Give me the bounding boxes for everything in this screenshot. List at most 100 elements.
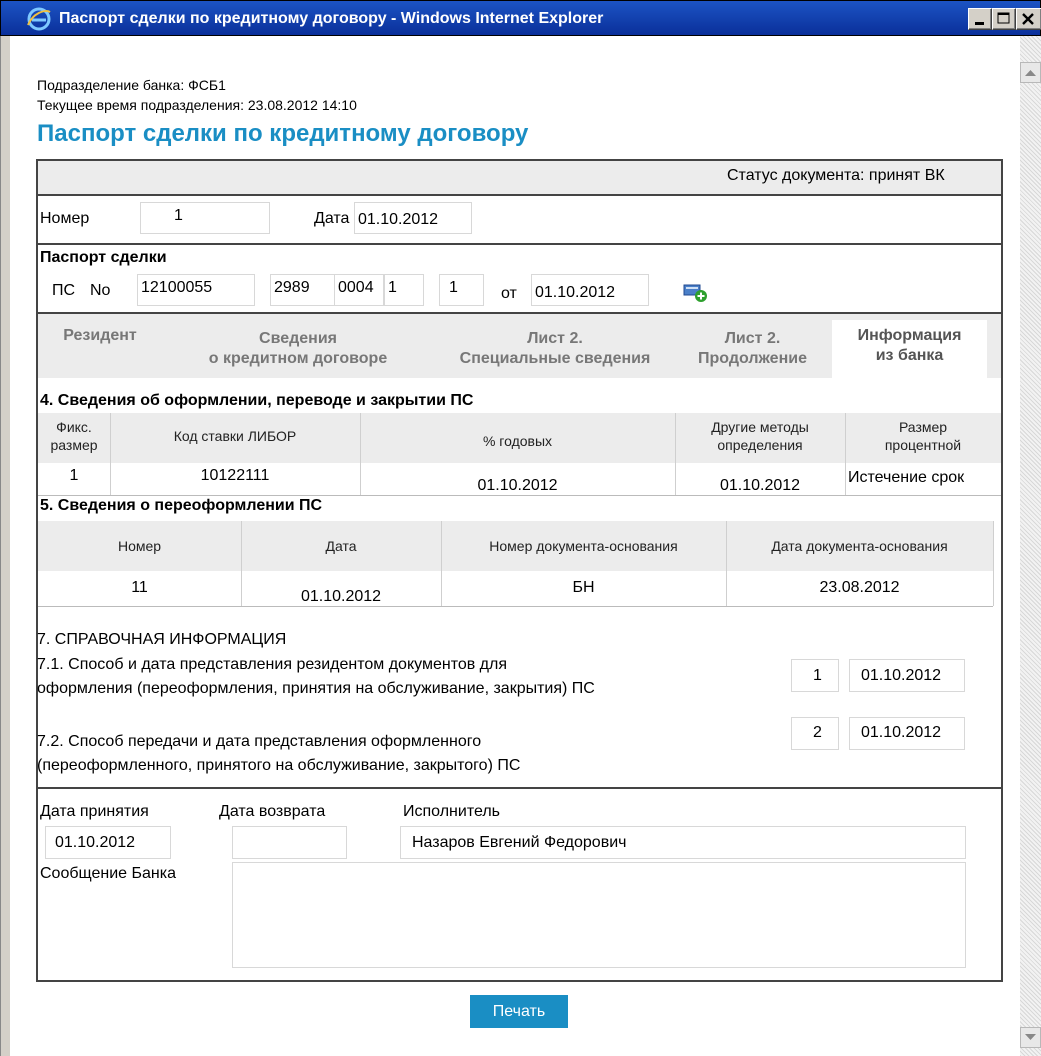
ps-label: ПС xyxy=(52,282,76,299)
column-divider xyxy=(993,521,994,606)
column-header: Фикс. размер xyxy=(38,418,110,454)
scroll-up-icon xyxy=(1025,70,1036,76)
ps-part5-field[interactable]: 1 xyxy=(439,274,484,306)
ps-part1-field[interactable]: 12100055 xyxy=(137,274,255,306)
table-cell: 23.08.2012 xyxy=(819,579,900,596)
column-header: Номер xyxy=(117,538,162,554)
ps-part3-field[interactable]: 0004 xyxy=(334,274,384,306)
table-cell: 01.10.2012 xyxy=(477,477,558,494)
tab-label: из банка xyxy=(875,347,944,364)
column-header: % годовых xyxy=(482,433,553,449)
print-button[interactable]: Печать xyxy=(470,995,568,1028)
branch-info: Подразделение банка: ФСБ1 xyxy=(37,77,226,93)
divider xyxy=(36,194,1003,196)
column-header-text: определения xyxy=(717,437,803,453)
column-header-text: процентной xyxy=(884,437,962,453)
column-header-text: Фикс. xyxy=(56,419,92,435)
column-header: Код ставки ЛИБОР xyxy=(173,428,297,444)
executor-field[interactable]: Назаров Евгений Федорович xyxy=(400,826,966,859)
close-button[interactable] xyxy=(1016,8,1041,30)
section-heading: 4. Сведения об оформлении, переводе и за… xyxy=(40,392,474,409)
ps-from-label: от xyxy=(501,285,517,302)
ps-part4-field[interactable]: 1 xyxy=(384,274,424,306)
tab-label: Лист 2. xyxy=(527,330,583,347)
passport-heading: Паспорт сделки xyxy=(40,249,167,266)
status-badge: Статус документа: принят ВК xyxy=(727,167,945,184)
date-label: Дата xyxy=(314,210,350,227)
tab-label: Лист 2. xyxy=(724,330,781,347)
table-cell: 01.10.2012 xyxy=(300,588,382,605)
transfer-date-field[interactable]: 01.10.2012 xyxy=(849,717,965,750)
reference-text: 7.1. Способ и дата представления резиден… xyxy=(37,656,508,673)
divider xyxy=(38,606,993,607)
tab-label: Продолжение xyxy=(698,350,807,367)
accept-date-label: Дата принятия xyxy=(40,803,149,820)
submission-method-field[interactable]: 1 xyxy=(791,659,839,692)
executor-label: Исполнитель xyxy=(403,803,501,820)
column-header: Дата xyxy=(325,538,357,554)
column-header: Размер процентной xyxy=(845,418,1001,454)
column-header: Дата документа-основания xyxy=(771,538,948,554)
branch-time: Текущее время подразделения: 23.08.2012 … xyxy=(37,97,357,113)
column-header-text: Размер xyxy=(898,419,948,435)
divider xyxy=(36,787,1003,789)
return-date-label: Дата возврата xyxy=(219,803,326,820)
maximize-icon xyxy=(997,12,1010,24)
date-field[interactable]: 01.10.2012 xyxy=(354,202,472,234)
table-cell: 01.10.2012 xyxy=(719,477,801,494)
table-cell: Истечение срок xyxy=(848,469,965,486)
tab-label: Специальные сведения xyxy=(459,350,651,367)
reference-heading: 7. СПРАВОЧНАЯ ИНФОРМАЦИЯ xyxy=(37,631,287,648)
tab-label: Информация xyxy=(857,327,962,344)
tab-bank-info[interactable]: Информация из банка xyxy=(832,320,987,378)
tab-continuation[interactable]: Лист 2. Продолжение xyxy=(680,329,825,369)
page-title: Паспорт сделки по кредитному договору xyxy=(37,120,529,147)
column-header-text: Другие методы xyxy=(711,419,809,435)
minimize-button[interactable] xyxy=(968,8,992,30)
scroll-down-icon xyxy=(1025,1034,1036,1040)
ps-date-field[interactable]: 01.10.2012 xyxy=(531,274,649,306)
close-icon xyxy=(1022,13,1034,25)
maximize-button[interactable] xyxy=(992,8,1016,30)
return-date-field[interactable] xyxy=(232,826,347,859)
minimize-icon xyxy=(975,22,984,25)
transfer-method-field[interactable]: 2 xyxy=(791,717,839,750)
reference-text: (переоформленного, принятого на обслужив… xyxy=(37,757,521,774)
column-header: Номер документа-основания xyxy=(489,538,678,554)
tab-label: Резидент xyxy=(63,327,137,344)
add-record-icon xyxy=(683,284,707,302)
divider xyxy=(38,495,1001,496)
column-header: Другие методы определения xyxy=(675,418,845,454)
section-heading: 5. Сведения о переоформлении ПС xyxy=(40,497,323,514)
number-label: Номер xyxy=(40,210,90,227)
accept-date-field[interactable]: 01.10.2012 xyxy=(45,826,171,859)
column-divider xyxy=(845,413,846,495)
tab-label: Сведения xyxy=(259,330,337,347)
table-cell: 11 xyxy=(131,579,148,596)
bank-message-label: Сообщение Банка xyxy=(40,865,176,882)
tab-resident[interactable]: Резидент xyxy=(50,326,150,346)
table-cell: 1 xyxy=(69,467,79,484)
reference-text: 7.2. Способ передачи и дата представлени… xyxy=(37,733,482,750)
window-title: Паспорт сделки по кредитному договору - … xyxy=(59,10,604,27)
tab-credit-info[interactable]: Сведения о кредитном договоре xyxy=(188,329,408,369)
scroll-up-button[interactable] xyxy=(1020,62,1041,83)
table-cell: 10122111 xyxy=(200,467,270,484)
divider xyxy=(36,243,1003,245)
ps-no-label: No xyxy=(90,282,111,299)
scroll-down-button[interactable] xyxy=(1020,1027,1041,1048)
number-field[interactable]: 1 xyxy=(140,202,270,234)
table-cell: БН xyxy=(572,579,595,596)
reference-text: оформления (переоформления, принятия на … xyxy=(37,680,595,697)
vertical-scrollbar[interactable] xyxy=(1020,36,1041,1056)
tab-special-info[interactable]: Лист 2. Специальные сведения xyxy=(440,329,670,369)
ie-icon xyxy=(27,7,51,31)
submission-date-field[interactable]: 01.10.2012 xyxy=(849,659,965,692)
window-left-border xyxy=(0,36,10,1056)
column-header-text: размер xyxy=(50,437,98,453)
add-record-button[interactable] xyxy=(683,283,709,308)
window-titlebar[interactable]: Паспорт сделки по кредитному договору - … xyxy=(0,0,1041,36)
bank-message-field[interactable] xyxy=(232,862,966,968)
tab-label: о кредитном договоре xyxy=(208,350,388,367)
ps-part2-field[interactable]: 2989 xyxy=(270,274,335,306)
